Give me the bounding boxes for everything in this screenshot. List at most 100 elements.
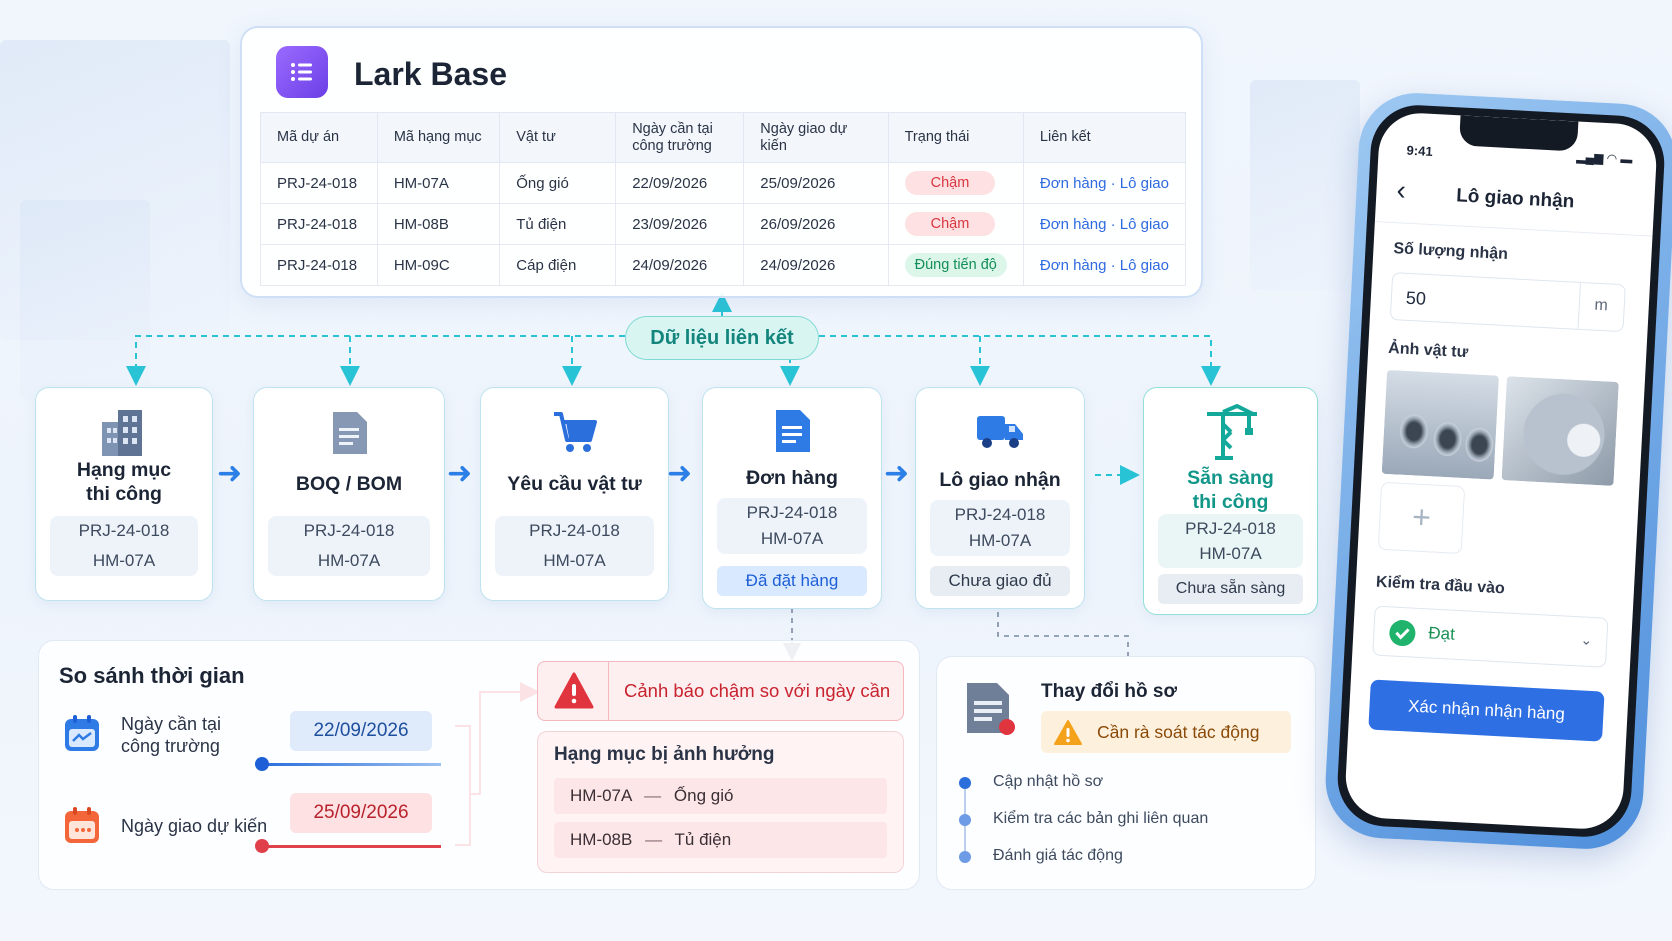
lark-base-logo <box>276 46 328 98</box>
item-code: HM-07A <box>543 551 606 570</box>
inspection-select[interactable]: Đạt ⌄ <box>1372 605 1609 668</box>
item-code: HM-07A <box>1199 544 1262 563</box>
flow-card-title: BOQ / BOM <box>295 473 403 495</box>
eta-date: 24/09/2026 <box>743 244 889 286</box>
affected-item-name: Tủ điện <box>674 830 732 849</box>
need-date-box: 22/09/2026 <box>290 711 432 751</box>
delay-warning: Cảnh báo chậm so với ngày cần <box>537 661 904 721</box>
affected-items-title: Hạng mục bị ảnh hưởng <box>554 744 775 765</box>
need-date: 23/09/2026 <box>615 203 745 245</box>
project-code: PRJ-24-018 <box>954 505 1046 524</box>
quantity-unit: m <box>1594 296 1609 315</box>
warning-icon <box>1054 720 1082 745</box>
table-row[interactable]: PRJ-24-018 HM-09C Cáp điện 24/09/2026 24… <box>260 244 1187 286</box>
status-badge: Chậm <box>904 171 996 195</box>
flow-card-purchase-order[interactable]: Đơn hàng PRJ-24-018 HM-07A Đã đặt hàng <box>702 387 882 609</box>
crane-icon <box>1206 404 1257 460</box>
flow-card-material-request[interactable]: Yêu cầu vật tư PRJ-24-018 HM-07A <box>480 387 669 601</box>
project-code: PRJ-24-018 <box>529 521 620 540</box>
status-time: 9:41 <box>1406 142 1434 159</box>
table-row[interactable]: PRJ-24-018 HM-07A Ống gió 22/09/2026 25/… <box>260 162 1187 204</box>
material-photo[interactable] <box>1501 376 1619 486</box>
lark-base-panel: Lark Base Mã dự án Mã hạng mục Vật tư Ng… <box>240 26 1203 298</box>
project-code: PRJ-24-018 <box>303 521 395 540</box>
flow-arrow-icon: ➜ <box>667 457 693 490</box>
calendar-icon <box>65 715 99 751</box>
flow-card-title: Lô giao nhận <box>939 469 1061 491</box>
material: Ống gió <box>499 162 617 204</box>
table-row[interactable]: PRJ-24-018 HM-08B Tủ điện 23/09/2026 26/… <box>260 203 1187 245</box>
add-photo-button[interactable]: + <box>1377 481 1466 555</box>
project-code: PRJ-24-018 <box>260 203 378 245</box>
confirm-receipt-button[interactable]: Xác nhận nhận hàng <box>1368 679 1605 742</box>
status-badge: Chậm <box>904 212 996 236</box>
flow-card-construction-item[interactable]: Hạng mục thi công PRJ-24-018 HM-07A <box>35 387 213 601</box>
change-title: Thay đổi hồ sơ <box>1041 681 1177 702</box>
status-badge: Đã đặt hàng <box>717 566 867 596</box>
column-header[interactable]: Mã hạng mục <box>376 112 501 163</box>
step-dot <box>959 814 971 826</box>
need-date-marker <box>255 757 269 771</box>
eta-date-line <box>263 845 441 848</box>
need-date: 22/09/2026 <box>615 162 745 204</box>
project-code: PRJ-24-018 <box>260 244 378 286</box>
warning-divider <box>608 662 609 720</box>
lark-base-table: Mã dự án Mã hạng mục Vật tư Ngày cần tại… <box>260 112 1187 286</box>
chevron-down-icon: ⌄ <box>1580 631 1593 648</box>
item-code: HM-09C <box>376 244 501 286</box>
building-icon <box>102 410 142 456</box>
flow-card-ids: PRJ-24-018 HM-07A <box>50 516 198 576</box>
affected-item[interactable]: HM-08B — Tủ điện <box>554 822 887 858</box>
column-header[interactable]: Liên kết <box>1022 112 1187 163</box>
quantity-input[interactable]: 50 m <box>1389 272 1626 333</box>
flow-card-ready-for-construction[interactable]: Sẵn sàng thi công PRJ-24-018 HM-07A Chưa… <box>1143 387 1318 615</box>
column-header[interactable]: Ngày cần tại công trường <box>615 112 745 163</box>
dash-separator: — <box>644 786 662 805</box>
flow-card-delivery-lot[interactable]: Lô giao nhận PRJ-24-018 HM-07A Chưa giao… <box>915 387 1085 609</box>
lark-base-title: Lark Base <box>354 56 507 92</box>
affected-item[interactable]: HM-07A — Ống gió <box>554 778 887 814</box>
item-code: HM-07A <box>92 551 156 570</box>
warning-icon <box>554 672 594 709</box>
column-header[interactable]: Trạng thái <box>887 112 1024 163</box>
project-code: PRJ-24-018 <box>746 503 838 522</box>
plus-icon: + <box>1411 498 1432 536</box>
material-photo[interactable] <box>1381 369 1499 480</box>
record-link[interactable]: Đơn hàng · Lô giao <box>1040 257 1169 274</box>
step-dot <box>959 851 971 863</box>
column-header[interactable]: Mã dự án <box>260 112 378 163</box>
review-badge-text: Cần rà soát tác động <box>1097 722 1260 742</box>
step-label: Đánh giá tác động <box>993 847 1123 864</box>
record-link[interactable]: Đơn hàng · Lô giao <box>1040 216 1169 233</box>
record-link[interactable]: Đơn hàng · Lô giao <box>1040 175 1169 192</box>
column-header[interactable]: Vật tư <box>499 112 617 163</box>
truck-icon <box>977 416 1023 448</box>
flow-card-boq-bom[interactable]: BOQ / BOM PRJ-24-018 HM-07A <box>253 387 445 601</box>
order-document-icon <box>776 410 810 452</box>
column-header[interactable]: Ngày giao dự kiến <box>743 112 889 163</box>
cart-icon <box>553 412 597 452</box>
status-icons: ▂▄▆ ◠ ▬ <box>1576 149 1633 167</box>
inspection-label: Kiểm tra đầu vào <box>1375 573 1506 598</box>
flow-card-title: Yêu cầu vật tư <box>507 473 642 495</box>
phone-bezel: 9:41 ▂▄▆ ◠ ▬ ‹ Lô giao nhận Số lượng nhậ… <box>1335 102 1667 840</box>
material: Tủ điện <box>499 203 617 245</box>
status-badge: Đúng tiến độ <box>904 253 1007 277</box>
eta-date: 25/09/2026 <box>743 162 889 204</box>
calendar-alert-icon <box>65 807 99 843</box>
affected-items-panel: Hạng mục bị ảnh hưởng HM-07A — Ống gió H… <box>537 731 904 873</box>
flow-card-ids: PRJ-24-018 HM-07A <box>495 516 654 576</box>
review-badge: Cần rà soát tác động <box>1041 711 1291 753</box>
affected-item-code: HM-08B <box>570 830 633 849</box>
affected-item-name: Ống gió <box>673 786 734 805</box>
item-code: HM-07A <box>760 529 824 548</box>
need-date-label: Ngày cần tại công trường <box>121 714 222 756</box>
item-code: HM-07A <box>376 162 501 204</box>
quantity-label: Số lượng nhận <box>1393 240 1509 264</box>
linked-data-pill: Dữ liệu liên kết <box>625 316 819 360</box>
eta-date-marker <box>255 839 269 853</box>
list-icon <box>291 63 312 81</box>
item-code: HM-07A <box>968 531 1032 550</box>
document-change-card: Thay đổi hồ sơ Cần rà soát tác động Cập … <box>936 656 1316 890</box>
flow-arrow-icon: ➜ <box>447 457 473 490</box>
